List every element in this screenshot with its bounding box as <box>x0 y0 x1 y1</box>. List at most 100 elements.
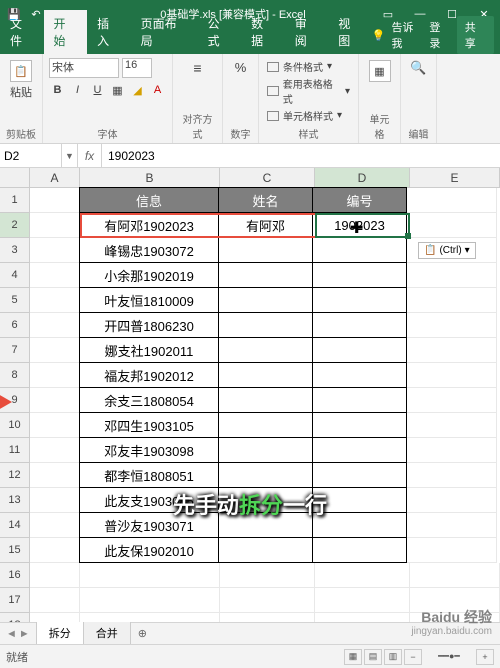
row-header[interactable]: 2 <box>0 213 30 238</box>
cell[interactable] <box>407 213 497 238</box>
cell[interactable] <box>312 387 407 413</box>
tab-layout[interactable]: 页面布局 <box>131 10 198 54</box>
share-button[interactable]: 共享 <box>457 16 494 54</box>
sheet-tab-split[interactable]: 拆分 <box>36 622 84 645</box>
cell[interactable] <box>80 588 220 613</box>
font-name-combo[interactable]: 宋体 <box>49 58 119 78</box>
cell[interactable] <box>30 213 80 238</box>
row-header[interactable]: 12 <box>0 463 30 488</box>
cell[interactable] <box>218 262 313 288</box>
tab-home[interactable]: 开始 <box>44 10 88 54</box>
conditional-format-button[interactable]: 条件格式 ▾ <box>265 58 352 75</box>
italic-button[interactable]: I <box>69 81 86 99</box>
cell[interactable] <box>312 312 407 338</box>
cell[interactable] <box>407 513 497 538</box>
cell[interactable]: 有阿邓1902023 <box>79 212 219 238</box>
cell[interactable] <box>30 263 80 288</box>
zoom-out-button[interactable]: − <box>404 649 422 665</box>
cell[interactable]: 余支三1808054 <box>79 387 219 413</box>
cell[interactable]: 编号 <box>312 187 407 213</box>
font-size-combo[interactable]: 16 <box>122 58 152 78</box>
col-header-c[interactable]: C <box>220 168 315 188</box>
tab-review[interactable]: 审阅 <box>285 10 329 54</box>
col-header-e[interactable]: E <box>410 168 500 188</box>
cell[interactable] <box>315 588 410 613</box>
paste-options-hint[interactable]: 📋 (Ctrl) ▾ <box>418 242 476 259</box>
cell[interactable] <box>220 563 315 588</box>
cell[interactable] <box>407 488 497 513</box>
cell[interactable]: 1902023 <box>312 212 407 238</box>
cell[interactable]: 小余那1902019 <box>79 262 219 288</box>
cell[interactable] <box>80 563 220 588</box>
page-break-button[interactable]: ▥ <box>384 649 402 665</box>
cell[interactable]: 邓友丰1903098 <box>79 437 219 463</box>
cell[interactable] <box>30 438 80 463</box>
cell[interactable] <box>407 463 497 488</box>
cell[interactable] <box>218 412 313 438</box>
row-header[interactable]: 16 <box>0 563 30 588</box>
font-color-button[interactable]: A <box>149 81 166 99</box>
row-header[interactable]: 10 <box>0 413 30 438</box>
cell[interactable] <box>407 363 497 388</box>
col-header-b[interactable]: B <box>80 168 220 188</box>
cell[interactable] <box>218 537 313 563</box>
name-box[interactable]: D2 <box>0 144 62 167</box>
row-header[interactable]: 1 <box>0 188 30 213</box>
cell[interactable]: 福友邦1902012 <box>79 362 219 388</box>
number-format-button[interactable]: % <box>229 58 252 77</box>
row-header[interactable]: 11 <box>0 438 30 463</box>
tab-formulas[interactable]: 公式 <box>198 10 242 54</box>
cell[interactable] <box>218 437 313 463</box>
cell[interactable] <box>407 263 497 288</box>
cell[interactable] <box>312 262 407 288</box>
cell-styles-button[interactable]: 单元格样式 ▾ <box>265 107 352 124</box>
row-header[interactable]: 8 <box>0 363 30 388</box>
editing-button[interactable]: 🔍 <box>407 58 430 78</box>
tell-me[interactable]: 告诉我 <box>392 19 424 51</box>
cell[interactable] <box>30 288 80 313</box>
cell[interactable] <box>407 538 497 563</box>
sheet-tab-merge[interactable]: 合并 <box>83 622 131 645</box>
new-sheet-button[interactable]: ⊕ <box>130 627 155 640</box>
cell[interactable] <box>30 413 80 438</box>
row-header[interactable]: 7 <box>0 338 30 363</box>
tab-view[interactable]: 视图 <box>328 10 372 54</box>
cell[interactable] <box>218 312 313 338</box>
cell[interactable]: 姓名 <box>218 187 313 213</box>
cell[interactable] <box>407 288 497 313</box>
cell[interactable]: 开四普1806230 <box>79 312 219 338</box>
cell[interactable] <box>407 388 497 413</box>
worksheet-grid[interactable]: ABCDE 123456789101112131415161718 信息姓名编号… <box>0 168 500 638</box>
select-all-corner[interactable] <box>0 168 30 188</box>
row-header[interactable]: 17 <box>0 588 30 613</box>
tab-file[interactable]: 文件 <box>0 10 44 54</box>
cell[interactable]: 都李恒1808051 <box>79 462 219 488</box>
col-header-d[interactable]: D <box>315 168 410 188</box>
cell[interactable] <box>312 287 407 313</box>
cell[interactable] <box>30 363 80 388</box>
name-box-dropdown[interactable]: ▼ <box>62 144 78 167</box>
cell[interactable] <box>218 387 313 413</box>
sheet-nav[interactable]: ◄► <box>0 628 36 640</box>
cell[interactable] <box>30 563 80 588</box>
normal-view-button[interactable]: ▦ <box>344 649 362 665</box>
cell[interactable] <box>30 338 80 363</box>
tab-insert[interactable]: 插入 <box>87 10 131 54</box>
cell[interactable] <box>407 313 497 338</box>
cell[interactable]: 邓四生1903105 <box>79 412 219 438</box>
format-as-table-button[interactable]: 套用表格格式 ▾ <box>265 75 352 107</box>
row-header[interactable]: 3 <box>0 238 30 263</box>
cell[interactable] <box>30 538 80 563</box>
cell[interactable] <box>30 313 80 338</box>
cell[interactable] <box>312 237 407 263</box>
cell[interactable] <box>218 237 313 263</box>
cell[interactable] <box>30 388 80 413</box>
border-button[interactable]: ▦ <box>109 81 126 99</box>
cell[interactable] <box>312 537 407 563</box>
tab-data[interactable]: 数据 <box>241 10 285 54</box>
cell[interactable] <box>407 188 497 213</box>
row-header[interactable]: 5 <box>0 288 30 313</box>
cell[interactable] <box>312 337 407 363</box>
fx-button[interactable]: fx <box>78 144 102 167</box>
row-header[interactable]: 13 <box>0 488 30 513</box>
